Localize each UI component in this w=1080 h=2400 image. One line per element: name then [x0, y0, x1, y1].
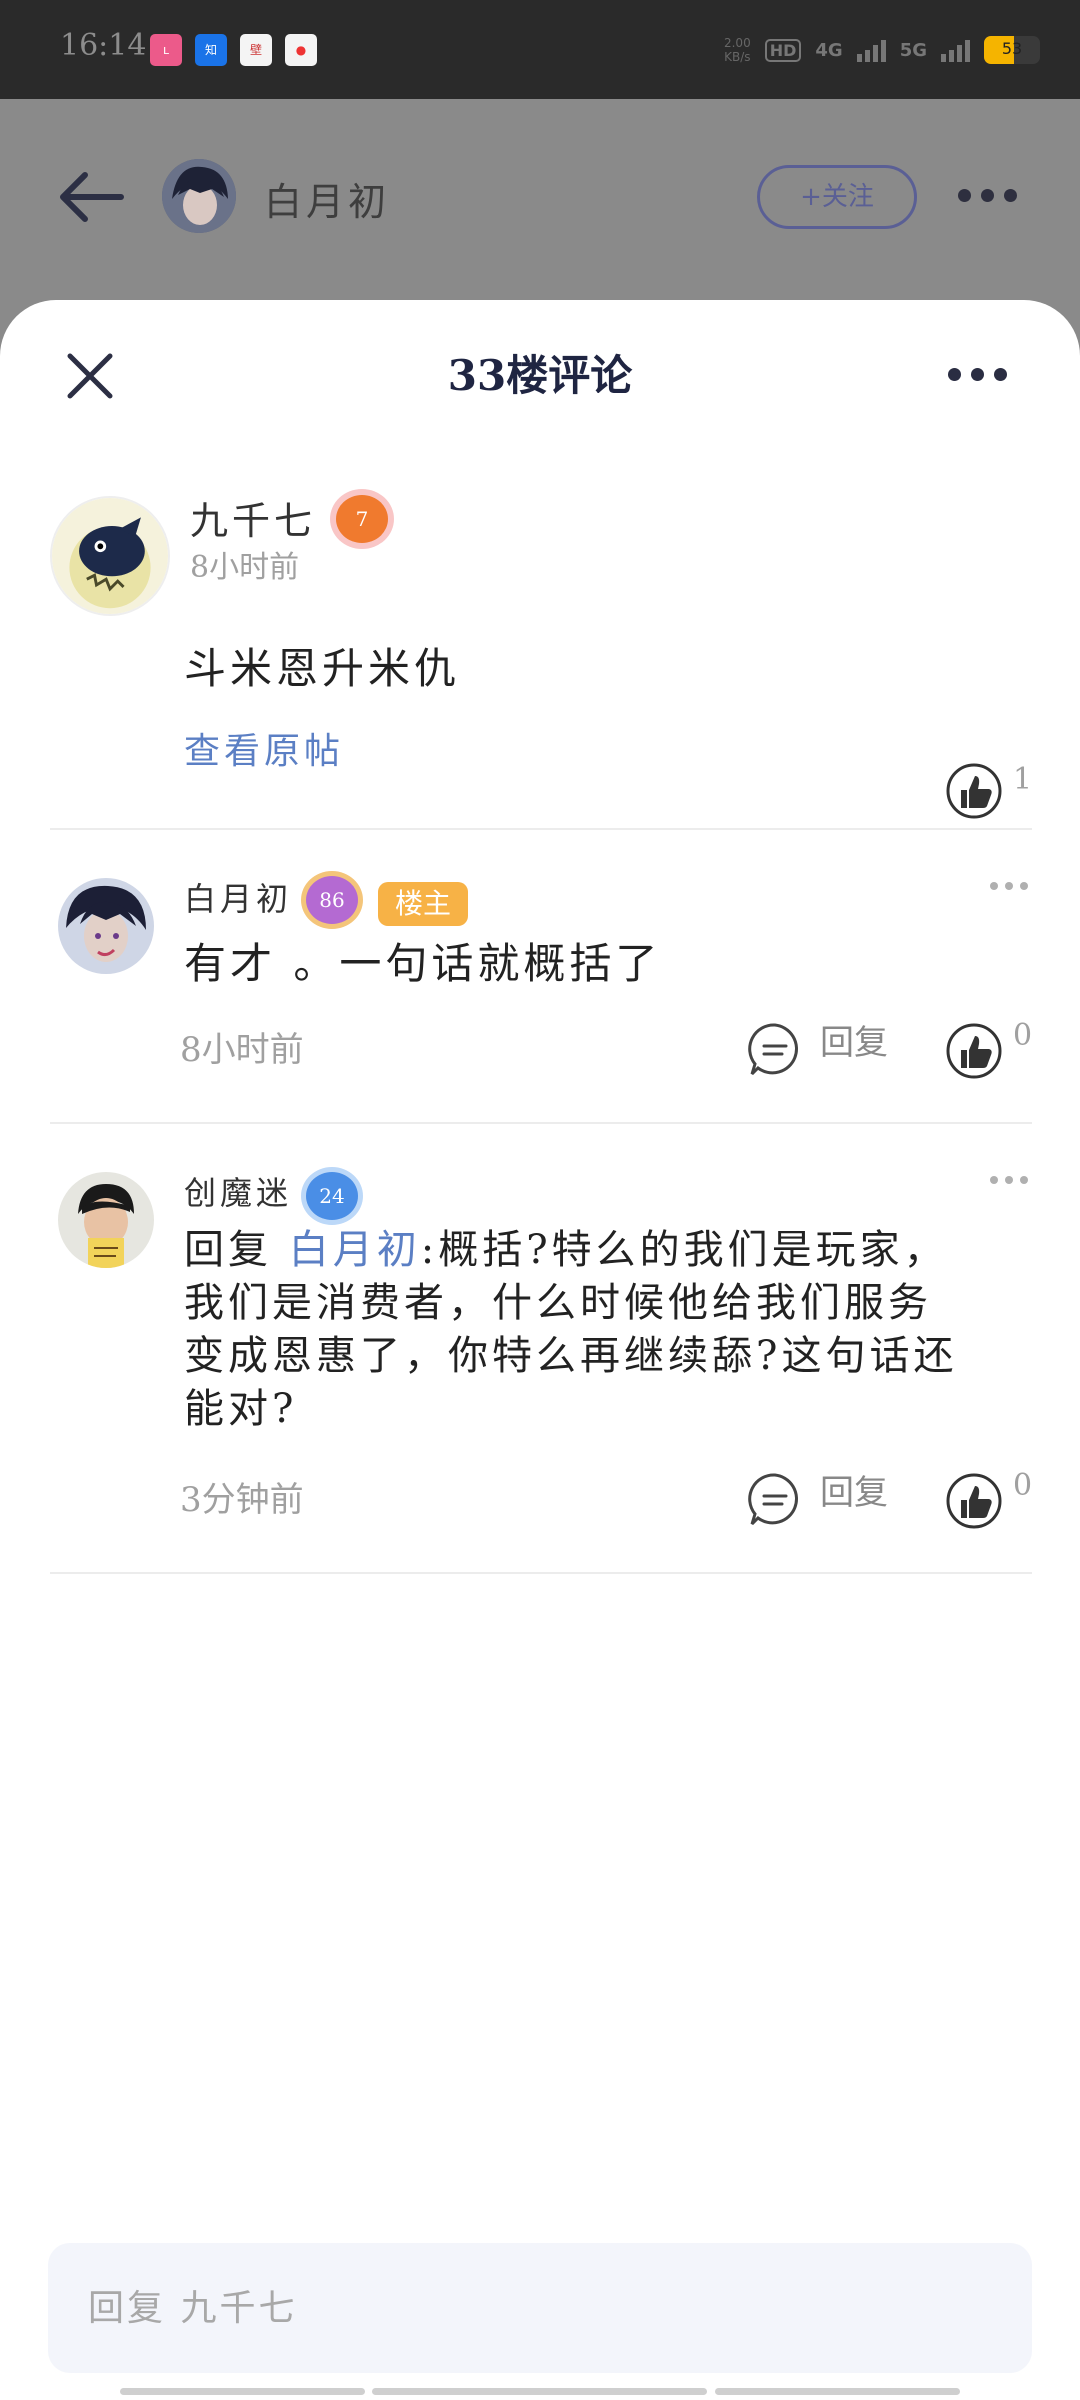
comment-text-line: 回复 白月初:概括?特么的我们是玩家，: [184, 1224, 1044, 1277]
reply-input[interactable]: 回复 九千七: [48, 2243, 1032, 2373]
comment-level-badge: 86: [306, 876, 358, 924]
comment-author[interactable]: 白月初: [184, 874, 292, 920]
reply-icon[interactable]: [746, 1020, 804, 1078]
lofter-app-icon: ʟ: [150, 34, 182, 66]
network-speed: 2.00 KB/s: [723, 36, 751, 64]
battery-level: 53: [1001, 39, 1023, 58]
comment-author[interactable]: 创魔迷: [184, 1168, 292, 1214]
nav-gesture-bar[interactable]: [715, 2388, 960, 2395]
signal-icon-2: [941, 38, 970, 62]
reply-prefix: 回复: [184, 1227, 272, 1273]
status-time: 16:14: [60, 28, 147, 63]
map-app-icon: ●: [285, 34, 317, 66]
view-original-link[interactable]: 查看原帖: [184, 722, 344, 774]
comment-text-line: 变成恩惠了，你特么再继续舔?这句话还: [184, 1333, 958, 1379]
wallpaper-app-icon: 壁: [240, 34, 272, 66]
main-post-level-badge: 7: [336, 495, 388, 543]
header-avatar[interactable]: [162, 159, 236, 233]
comment-time: 8小时前: [180, 1030, 304, 1070]
comment-text-segment: :概括?特么的我们是玩家，: [420, 1227, 948, 1273]
hd-badge: HD: [764, 38, 802, 62]
like-count: 0: [1013, 1018, 1033, 1053]
main-post-avatar[interactable]: [50, 496, 170, 616]
sheet-title: 33楼评论: [447, 351, 633, 400]
status-indicators: 2.00 KB/s HD 4G 5G 53: [724, 30, 1040, 70]
divider: [50, 1122, 1032, 1124]
comment-text: 有才 。一句话就概括了: [184, 939, 662, 988]
follow-button[interactable]: +关注: [757, 165, 917, 229]
back-arrow-icon[interactable]: [55, 169, 125, 225]
main-post-text: 斗米恩升米仇: [184, 644, 461, 693]
comment-time: 3分钟前: [180, 1480, 304, 1520]
comment-text-line: 能对?: [184, 1386, 298, 1432]
owner-tag: 楼主: [378, 882, 468, 926]
comment-avatar[interactable]: [58, 1172, 154, 1268]
reply-button[interactable]: 回复: [820, 1015, 888, 1064]
zhihu-app-icon: 知: [195, 34, 227, 66]
reply-input-placeholder: 回复 九千七: [88, 2288, 298, 2329]
comment-text: 回复 白月初:概括?特么的我们是玩家， 我们是消费者，什么时候他给我们服务 变成…: [184, 1224, 1044, 1436]
nav-gesture-bar[interactable]: [120, 2388, 365, 2395]
comment-text-line: 我们是消费者，什么时候他给我们服务: [184, 1280, 932, 1326]
reply-button[interactable]: 回复: [820, 1465, 888, 1514]
like-count: 0: [1013, 1468, 1033, 1503]
main-post-author[interactable]: 九千七: [190, 490, 316, 545]
comment-avatar[interactable]: [58, 878, 154, 974]
main-post-like-icon[interactable]: [945, 762, 1003, 820]
signal-icon: [856, 38, 886, 62]
main-post-like-count: 1: [1013, 762, 1033, 797]
like-icon[interactable]: [945, 1022, 1003, 1080]
network-4g: 4G: [815, 39, 843, 61]
battery-icon: 53: [984, 36, 1040, 64]
divider: [50, 1572, 1032, 1574]
comment-more-icon[interactable]: [990, 1176, 1028, 1184]
header-more-icon[interactable]: [958, 189, 1017, 202]
header-username: 白月初: [264, 180, 391, 224]
network-5g: 5G: [899, 39, 927, 61]
reply-icon[interactable]: [746, 1470, 804, 1528]
divider: [50, 828, 1032, 830]
main-post-time: 8小时前: [190, 550, 300, 585]
comment-level-badge: 24: [306, 1172, 358, 1220]
like-icon[interactable]: [945, 1472, 1003, 1530]
status-bar: 16:14 ʟ 知 壁 ● 2.00 KB/s HD 4G 5G 53: [0, 0, 1080, 99]
comment-sheet: 33楼评论 九千七 7 8小时前 斗米恩升米仇 查看原帖 1 白月初 86 楼主…: [0, 300, 1080, 2400]
sheet-more-icon[interactable]: [948, 368, 1007, 381]
mention-link[interactable]: 白月初: [289, 1227, 421, 1273]
nav-gesture-bar[interactable]: [372, 2388, 707, 2395]
comment-more-icon[interactable]: [990, 882, 1028, 890]
